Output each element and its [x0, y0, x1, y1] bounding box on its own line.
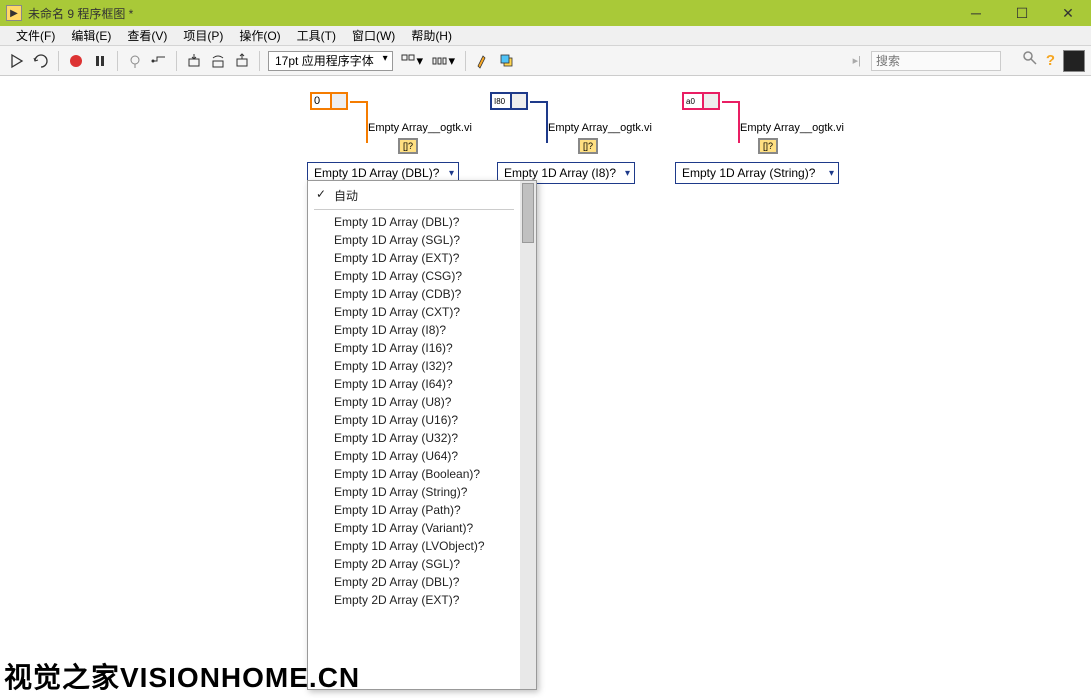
highlight-button[interactable]	[126, 52, 144, 70]
run-continuous-button[interactable]	[32, 52, 50, 70]
menu-item-type-3[interactable]: Empty 1D Array (CSG)?	[308, 267, 520, 285]
menu-item-type-10[interactable]: Empty 1D Array (U8)?	[308, 393, 520, 411]
subvi-label-3: Empty Array__ogtk.vi	[740, 122, 844, 134]
menu-help[interactable]: 帮助(H)	[403, 27, 460, 44]
menu-window[interactable]: 窗口(W)	[344, 27, 403, 44]
minimize-button[interactable]: ─	[953, 0, 999, 26]
menu-tools[interactable]: 工具(T)	[289, 27, 344, 44]
subvi-label-2: Empty Array__ogtk.vi	[548, 122, 652, 134]
menu-item-type-19[interactable]: Empty 2D Array (SGL)?	[308, 555, 520, 573]
menu-project[interactable]: 项目(P)	[175, 27, 231, 44]
menu-item-auto[interactable]: 自动	[308, 185, 520, 206]
vi-icon[interactable]	[1063, 50, 1085, 72]
menu-item-type-7[interactable]: Empty 1D Array (I16)?	[308, 339, 520, 357]
app-icon: ▶	[6, 5, 22, 21]
subvi-label-1: Empty Array__ogtk.vi	[368, 122, 472, 134]
help-icon[interactable]: ?	[1046, 52, 1055, 69]
menu-item-type-17[interactable]: Empty 1D Array (Variant)?	[308, 519, 520, 537]
menu-item-type-11[interactable]: Empty 1D Array (U16)?	[308, 411, 520, 429]
array-constant-dbl[interactable]: 0	[310, 92, 348, 110]
toolbar: 17pt 应用程序字体 ▾ ▾ ▸| ?	[0, 46, 1091, 76]
align-button[interactable]: ▾	[399, 52, 425, 70]
menu-item-type-1[interactable]: Empty 1D Array (SGL)?	[308, 231, 520, 249]
menu-item-type-20[interactable]: Empty 2D Array (DBL)?	[308, 573, 520, 591]
run-button[interactable]	[8, 52, 26, 70]
menu-view[interactable]: 查看(V)	[119, 27, 175, 44]
font-selector[interactable]: 17pt 应用程序字体	[268, 51, 393, 71]
close-button[interactable]: ✕	[1045, 0, 1091, 26]
step-into-button[interactable]	[185, 52, 203, 70]
menu-operate[interactable]: 操作(O)	[231, 27, 288, 44]
menu-item-type-12[interactable]: Empty 1D Array (U32)?	[308, 429, 520, 447]
cleanup-button[interactable]	[474, 52, 492, 70]
maximize-button[interactable]: ☐	[999, 0, 1045, 26]
pause-button[interactable]	[91, 52, 109, 70]
search-icon[interactable]	[1022, 50, 1038, 71]
abort-button[interactable]	[67, 52, 85, 70]
search-input[interactable]	[871, 51, 1001, 71]
menu-item-type-13[interactable]: Empty 1D Array (U64)?	[308, 447, 520, 465]
menu-item-type-9[interactable]: Empty 1D Array (I64)?	[308, 375, 520, 393]
subvi-empty-array-2[interactable]: []?	[578, 138, 598, 154]
menu-item-type-5[interactable]: Empty 1D Array (CXT)?	[308, 303, 520, 321]
menu-item-type-18[interactable]: Empty 1D Array (LVObject)?	[308, 537, 520, 555]
array-constant-i8[interactable]: I80	[490, 92, 528, 110]
watermark-text: 视觉之家VISIONHOME.CN	[4, 656, 360, 696]
reorder-button[interactable]	[498, 52, 516, 70]
distribute-button[interactable]: ▾	[431, 52, 457, 70]
block-diagram-canvas[interactable]: 0 Empty Array__ogtk.vi []? Empty 1D Arra…	[0, 76, 1091, 698]
array-constant-string[interactable]: a0	[682, 92, 720, 110]
menu-item-type-4[interactable]: Empty 1D Array (CDB)?	[308, 285, 520, 303]
subvi-empty-array-1[interactable]: []?	[398, 138, 418, 154]
step-over-button[interactable]	[209, 52, 227, 70]
title-bar: ▶ 未命名 9 程序框图 * ─ ☐ ✕	[0, 0, 1091, 26]
menu-item-type-0[interactable]: Empty 1D Array (DBL)?	[308, 213, 520, 231]
subvi-empty-array-3[interactable]: []?	[758, 138, 778, 154]
menu-edit[interactable]: 编辑(E)	[63, 27, 119, 44]
menu-item-type-6[interactable]: Empty 1D Array (I8)?	[308, 321, 520, 339]
menu-item-type-14[interactable]: Empty 1D Array (Boolean)?	[308, 465, 520, 483]
menu-file[interactable]: 文件(F)	[8, 27, 63, 44]
dropdown-scrollbar[interactable]	[520, 181, 536, 689]
menu-item-type-16[interactable]: Empty 1D Array (Path)?	[308, 501, 520, 519]
scrollbar-thumb[interactable]	[522, 183, 534, 243]
polymorphic-selector-menu: 自动 Empty 1D Array (DBL)?Empty 1D Array (…	[307, 180, 537, 690]
menu-item-type-15[interactable]: Empty 1D Array (String)?	[308, 483, 520, 501]
retain-wire-button[interactable]	[150, 52, 168, 70]
menu-item-type-8[interactable]: Empty 1D Array (I32)?	[308, 357, 520, 375]
menu-item-type-2[interactable]: Empty 1D Array (EXT)?	[308, 249, 520, 267]
window-title: 未命名 9 程序框图 *	[28, 5, 953, 22]
menu-bar: 文件(F) 编辑(E) 查看(V) 项目(P) 操作(O) 工具(T) 窗口(W…	[0, 26, 1091, 46]
step-out-button[interactable]	[233, 52, 251, 70]
menu-item-type-21[interactable]: Empty 2D Array (EXT)?	[308, 591, 520, 609]
polymorphic-ring-string[interactable]: Empty 1D Array (String)?	[675, 162, 839, 184]
